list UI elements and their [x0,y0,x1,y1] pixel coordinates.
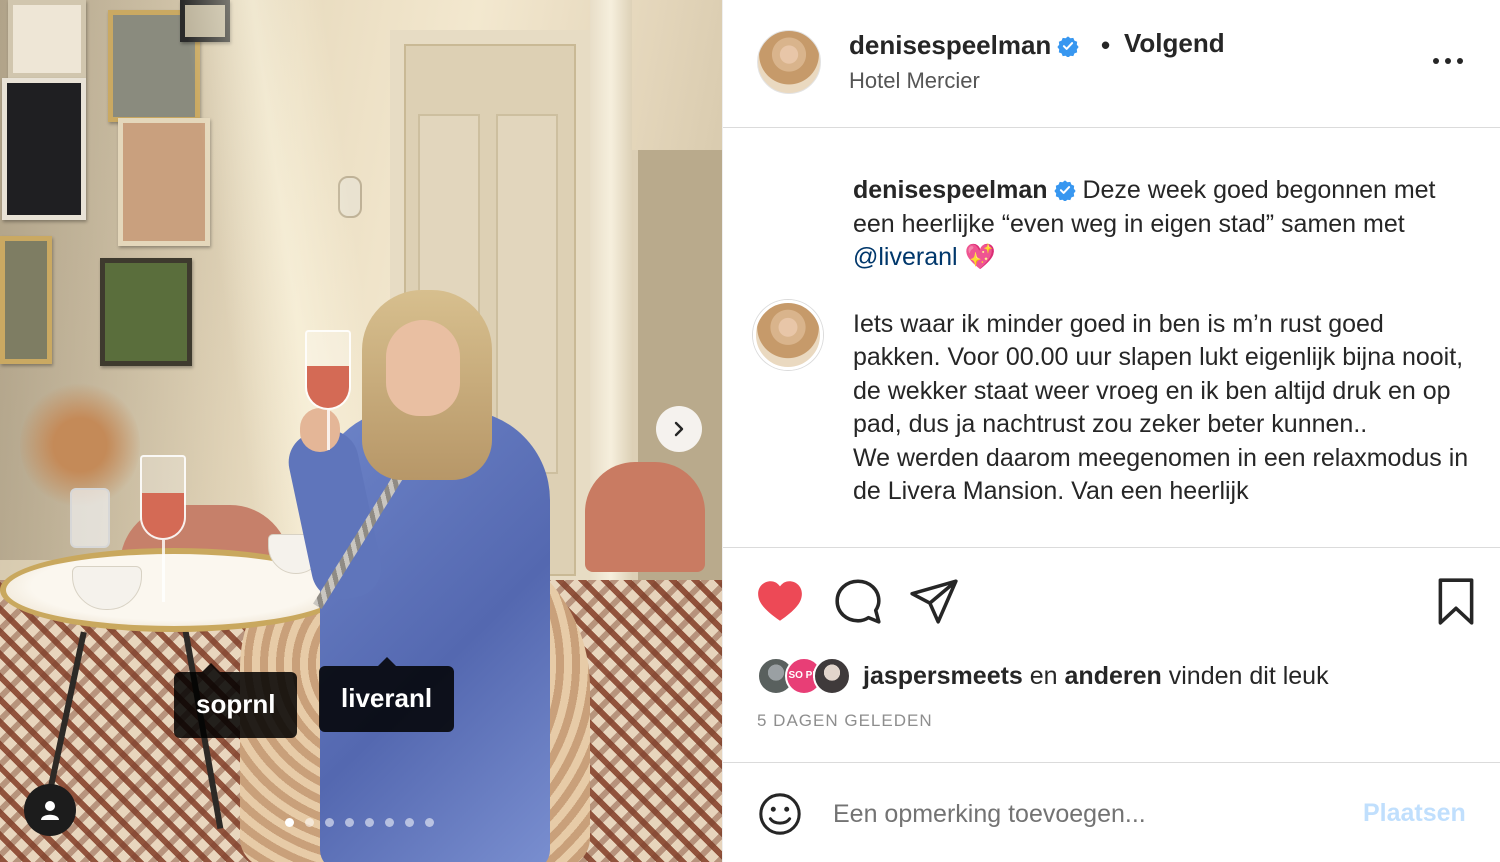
post-actions [723,550,1500,650]
photo-woman-hand [300,408,340,452]
share-button[interactable] [909,576,959,626]
post-details-panel: denisespeelman • Volgend Hotel Mercier d… [722,0,1500,862]
user-icon [41,801,59,820]
post-timestamp[interactable]: 5 DAGEN GELEDEN [757,711,933,731]
more-dot-icon [1433,58,1439,64]
photo-frame [8,0,86,78]
caption-area: denisespeelman Deze week goed begonnen m… [723,130,1500,548]
post-comment-button[interactable]: Plaatsen [1363,799,1466,828]
following-button[interactable]: Volgend [1124,28,1225,59]
photo-woman-face [386,320,460,416]
caption-paragraph: We werden daarom meegenomen in een relax… [853,443,1469,506]
carousel-next-button[interactable] [656,406,702,452]
caption-mention-link[interactable]: @liveranl [853,243,958,271]
more-dot-icon [1457,58,1463,64]
post-header: denisespeelman • Volgend Hotel Mercier [723,0,1500,128]
photo-frame [100,258,192,366]
carousel-dot [425,818,434,827]
likes-text: jaspersmeets en anderen vinden dit leuk [863,662,1329,691]
carousel-dot [325,818,334,827]
header-separator: • [1101,30,1111,60]
caption-paragraph: Iets waar ik minder goed in ben is m’n r… [853,309,1464,439]
photo-chair [585,462,705,572]
more-options-button[interactable] [1423,46,1473,76]
photo-frame [2,78,86,220]
comment-input[interactable] [833,793,1353,835]
comment-button[interactable] [833,576,883,626]
photo-vase [70,488,110,548]
carousel-dot [385,818,394,827]
photo-frame [0,236,52,364]
chevron-right-icon [674,421,684,437]
likes-summary[interactable]: SO PR jaspersmeets en anderen vinden dit… [757,654,1329,698]
photo-frame [118,118,210,246]
verified-badge-icon [1053,180,1076,201]
tagged-users-button[interactable] [24,784,76,836]
save-button[interactable] [1431,576,1481,626]
carousel-dot [305,818,314,827]
like-button[interactable] [755,576,805,626]
comment-bubble-icon [835,579,881,624]
location-link[interactable]: Hotel Mercier [849,68,980,94]
liker-avatar [813,657,851,695]
verified-badge-icon [1057,36,1079,57]
carousel-dot [365,818,374,827]
smiley-icon [759,793,801,835]
photo-glass-stem [162,540,165,602]
emoji-picker-button[interactable] [757,791,803,837]
caption-text: denisespeelman Deze week goed begonnen m… [853,174,1473,509]
photo-user-tag[interactable]: soprnl [174,663,298,738]
paper-plane-icon [910,579,958,624]
post-photo[interactable]: soprnl liveranl [0,0,722,862]
caption-author-avatar[interactable] [753,300,823,370]
liker-username[interactable]: jaspersmeets [863,662,1023,690]
author-avatar[interactable] [757,30,821,94]
caption-username[interactable]: denisespeelman [853,176,1048,204]
photo-user-tag[interactable]: liveranl [319,657,455,732]
carousel-indicator [285,818,434,827]
photo-wine-glass [140,455,186,540]
carousel-dot [405,818,414,827]
photo-wine-glass [305,330,351,410]
more-dot-icon [1445,58,1451,64]
carousel-dot [285,818,294,827]
comment-bar: Plaatsen [723,762,1500,862]
bookmark-icon [1438,578,1474,625]
author-username[interactable]: denisespeelman [849,30,1079,61]
likes-suffix: vinden dit leuk [1161,661,1329,690]
author-username-text[interactable]: denisespeelman [849,30,1051,60]
likes-connector: en [1022,661,1065,690]
carousel-dot [345,818,354,827]
sparkling-heart-emoji: 💖 [964,243,996,271]
likes-others-link[interactable]: anderen [1065,662,1162,690]
heart-filled-icon [758,581,802,621]
photo-glass-stem [327,410,330,450]
